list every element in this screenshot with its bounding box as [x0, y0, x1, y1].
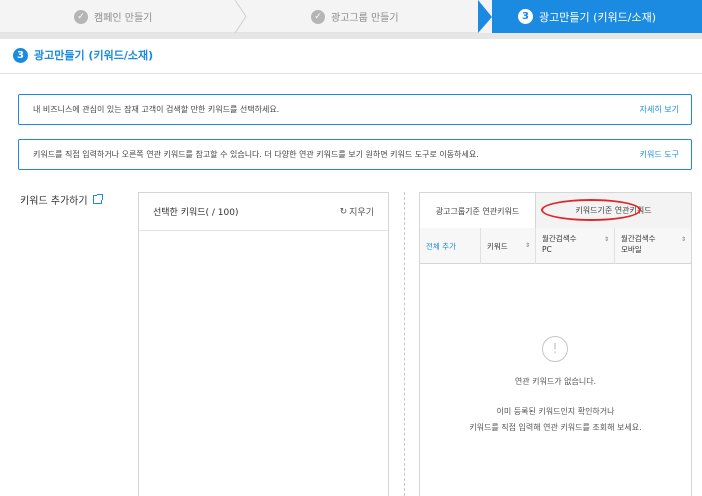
related-keywords-panel: 광고그룹기준 연관키워드 키워드기준 연관키워드 전체 추가 키워드 ⇕ 월간검…	[419, 192, 692, 496]
empty-message: 연관 키워드가 없습니다.	[514, 377, 597, 386]
column-mobile-line1: 월간검색수	[621, 234, 656, 243]
step-arrow-notch	[478, 0, 492, 33]
info-box-guide-text: 내 비즈니스에 관심이 있는 잠재 고객이 검색할 만한 키워드를 선택하세요.	[33, 105, 280, 114]
clear-button[interactable]: ↻ 지우기	[339, 205, 374, 219]
add-all-button[interactable]: 전체 추가	[420, 228, 481, 264]
column-keyword-label: 키워드	[487, 241, 508, 251]
step-number-badge: 3	[518, 9, 533, 24]
check-icon: ✓	[311, 9, 325, 24]
page-title: 3 광고만들기 (키워드/소재)	[13, 47, 153, 63]
table-header: 전체 추가 키워드 ⇕ 월간검색수 PC ⇕ 월간검색수 모바일 ⇕	[420, 228, 691, 264]
chevron-right-icon	[234, 0, 247, 33]
related-keywords-tabs: 광고그룹기준 연관키워드 키워드기준 연관키워드	[419, 192, 692, 229]
step-adgroup[interactable]: ✓ 광고그룹 만들기	[311, 0, 399, 33]
panel-divider	[404, 192, 405, 496]
step-campaign[interactable]: ✓ 캠페인 만들기	[74, 0, 152, 33]
external-link-icon[interactable]	[92, 194, 103, 204]
selected-keywords-count: 선택한 키워드( / 100)	[153, 208, 239, 218]
keyword-add-label: 키워드 추가하기	[20, 192, 103, 207]
sort-icon: ⇕	[603, 236, 609, 243]
column-monthly-pc[interactable]: 월간검색수 PC ⇕	[536, 228, 615, 264]
empty-hint-line1: 이미 등록된 키워드인지 확인하거나	[496, 407, 615, 416]
selected-keywords-header: 선택한 키워드( / 100) ↻ 지우기	[139, 193, 388, 231]
column-monthly-pc-label: 월간검색수 PC	[542, 234, 577, 256]
info-box-keyword-tool: 키워드를 직접 입력하거나 오른쪽 연관 키워드를 참고할 수 있습니다. 더 …	[18, 139, 692, 170]
step-ad-current: 3 광고만들기 (키워드/소재)	[478, 0, 702, 33]
header-divider	[0, 33, 702, 39]
clear-button-label: 지우기	[349, 208, 374, 218]
refresh-icon: ↻	[339, 206, 348, 217]
step-adgroup-label: 광고그룹 만들기	[331, 13, 399, 24]
sort-icon: ⇕	[680, 236, 686, 243]
page-title-text: 광고만들기 (키워드/소재)	[34, 49, 154, 62]
sort-icon: ⇕	[524, 242, 530, 249]
related-keywords-table: 전체 추가 키워드 ⇕ 월간검색수 PC ⇕ 월간검색수 모바일 ⇕ ! 연관 …	[419, 228, 692, 496]
alert-icon: !	[542, 336, 568, 362]
column-monthly-mobile[interactable]: 월간검색수 모바일 ⇕	[615, 228, 691, 264]
step-ad-label: 광고만들기 (키워드/소재)	[539, 10, 656, 24]
column-pc-line1: 월간검색수	[542, 234, 577, 243]
highlight-circle	[541, 199, 641, 221]
progress-stepper: ✓ 캠페인 만들기 ✓ 광고그룹 만들기 3 광고만들기 (키워드/소재)	[0, 0, 702, 33]
check-icon: ✓	[74, 9, 88, 24]
selected-keywords-panel: 선택한 키워드( / 100) ↻ 지우기	[138, 192, 389, 496]
tab-adgroup-related[interactable]: 광고그룹기준 연관키워드	[419, 192, 536, 229]
info-box-guide: 내 비즈니스에 관심이 있는 잠재 고객이 검색할 만한 키워드를 선택하세요.…	[18, 94, 692, 125]
column-keyword[interactable]: 키워드 ⇕	[481, 228, 536, 264]
title-divider	[0, 73, 702, 74]
learn-more-link[interactable]: 자세히 보기	[640, 104, 679, 115]
add-all-label: 전체 추가	[426, 241, 456, 251]
column-monthly-mobile-label: 월간검색수 모바일	[621, 234, 656, 256]
empty-hint-line2: 키워드를 직접 입력해 연관 키워드를 조회해 보세요.	[469, 423, 642, 432]
column-mobile-line2: 모바일	[621, 244, 642, 254]
keyword-tool-link[interactable]: 키워드 도구	[640, 149, 679, 160]
step-campaign-label: 캠페인 만들기	[94, 13, 153, 24]
info-box-keyword-tool-text: 키워드를 직접 입력하거나 오른쪽 연관 키워드를 참고할 수 있습니다. 더 …	[33, 150, 479, 159]
step-number-badge: 3	[13, 47, 28, 63]
column-pc-line2: PC	[542, 244, 552, 254]
keyword-add-text: 키워드 추가하기	[20, 196, 88, 207]
